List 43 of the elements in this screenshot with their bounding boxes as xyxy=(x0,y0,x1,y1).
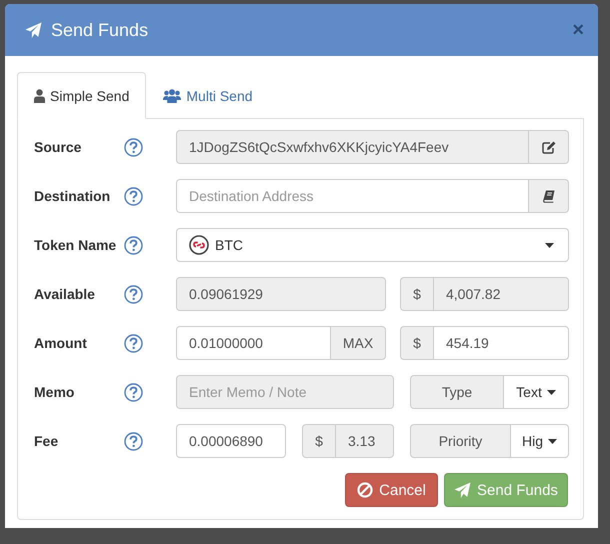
token-logo-icon xyxy=(189,235,209,255)
help-icon[interactable] xyxy=(124,236,143,254)
help-icon[interactable] xyxy=(124,138,143,156)
address-book-icon xyxy=(542,190,554,202)
address-action-button[interactable] xyxy=(529,130,569,164)
help-icon[interactable] xyxy=(124,334,143,352)
help-icon[interactable] xyxy=(124,186,143,206)
field-label: Amount xyxy=(34,335,88,351)
amount-field[interactable]: 0.01000000 xyxy=(176,326,331,360)
fee-field[interactable]: 0.00006890 xyxy=(176,424,286,458)
caret-icon xyxy=(545,242,554,248)
option-label: Type xyxy=(410,375,503,409)
field-label: Memo xyxy=(34,384,76,400)
currency-addon: $ xyxy=(400,277,433,311)
cancel-icon xyxy=(357,482,374,498)
help-icon[interactable] xyxy=(124,382,143,402)
option-label: Priority xyxy=(410,424,510,458)
help-icon[interactable] xyxy=(124,432,143,450)
field-label: Available xyxy=(34,286,96,302)
usd-field[interactable]: 454.19 xyxy=(433,326,569,360)
cancel-button[interactable]: Cancel xyxy=(345,473,438,507)
users-icon xyxy=(163,88,182,102)
address-action-button[interactable] xyxy=(529,179,569,213)
field-label: Destination xyxy=(34,188,112,204)
user-icon xyxy=(34,88,45,102)
field-label: Source xyxy=(34,139,82,155)
paper-plane-icon xyxy=(25,22,42,38)
edit-icon xyxy=(542,140,556,154)
field-label: Token Name xyxy=(34,237,118,253)
send-icon xyxy=(454,482,472,498)
help-icon[interactable] xyxy=(124,284,143,304)
caret-icon xyxy=(548,438,557,444)
currency-addon: $ xyxy=(302,424,335,458)
caret-icon xyxy=(546,390,556,394)
dialog-title: Send Funds xyxy=(51,20,150,40)
field-label: Fee xyxy=(34,433,60,449)
token-select[interactable]: BTC xyxy=(176,228,569,262)
address-field[interactable]: Destination Address xyxy=(176,179,529,213)
max-button[interactable]: MAX xyxy=(331,326,386,360)
priority-dropdown[interactable]: Hig xyxy=(510,424,569,458)
tab[interactable]: Simple Send xyxy=(17,72,146,119)
tab[interactable]: Multi Send xyxy=(146,72,270,119)
currency-addon: $ xyxy=(400,326,433,360)
